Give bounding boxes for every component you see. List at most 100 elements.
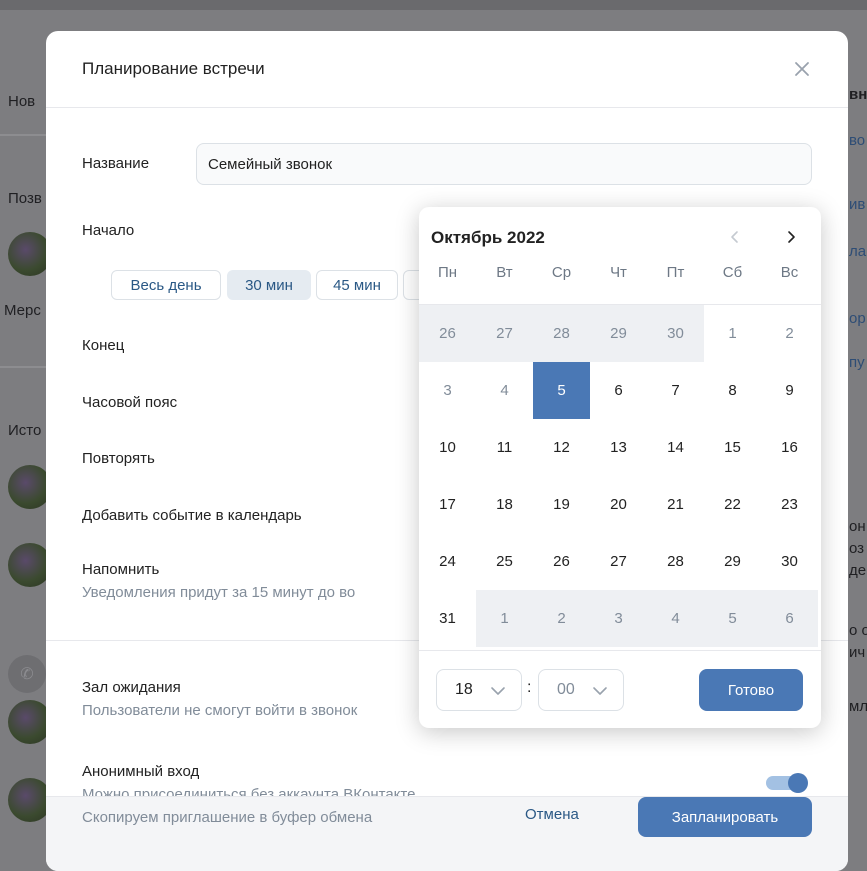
calendar-day[interactable]: 30 <box>647 305 704 362</box>
calendar-day[interactable]: 18 <box>476 476 533 533</box>
background-text: оз <box>849 540 865 557</box>
prev-month-button[interactable] <box>723 225 747 249</box>
weekday-label: Сб <box>722 264 743 281</box>
dialog-footer: Скопируем приглашение в буфер обмена Отм… <box>46 796 848 871</box>
calendar-day[interactable]: 21 <box>647 476 704 533</box>
calendar-day[interactable]: 27 <box>590 533 647 590</box>
dialog-title: Планирование встречи <box>82 59 265 78</box>
calendar-day[interactable]: 14 <box>647 419 704 476</box>
calendar-day[interactable]: 6 <box>761 590 818 647</box>
date-picker-popup: Октябрь 2022 Пн Вт Ср Чт Пт Сб Вс 26 27 28 29 30 1 2… <box>419 207 821 728</box>
chip-30-min[interactable]: 30 мин <box>227 270 311 300</box>
chevron-down-icon <box>593 687 607 695</box>
weekday-label: Пт <box>666 264 685 281</box>
calendar-day[interactable]: 8 <box>704 362 761 419</box>
background-divider <box>0 366 46 368</box>
background-text: де <box>849 562 867 579</box>
calendar-day[interactable]: 17 <box>419 476 476 533</box>
calendar-day[interactable]: 1 <box>704 305 761 362</box>
meeting-name-input[interactable] <box>196 143 812 185</box>
chip-all-day[interactable]: Весь день <box>111 270 221 300</box>
background-text: он <box>849 518 866 535</box>
remind-subtitle: Уведомления придут за 15 минут до во <box>82 584 356 601</box>
calendar-day[interactable]: 30 <box>761 533 818 590</box>
background-left-panel: Нов Позв Мерс Исто ✆ <box>0 10 52 857</box>
calendar-day[interactable]: 2 <box>761 305 818 362</box>
toggle-knob <box>788 773 808 793</box>
calendar-day[interactable]: 24 <box>419 533 476 590</box>
calendar-day[interactable]: 25 <box>476 533 533 590</box>
timezone-label: Часовой пояс <box>82 394 178 411</box>
copy-invite-link[interactable]: Скопируем приглашение в буфер обмена <box>82 809 372 826</box>
background-text: Мерс <box>4 302 41 319</box>
background-text: ор <box>849 310 866 327</box>
calendar-day[interactable]: 15 <box>704 419 761 476</box>
calendar-day[interactable]: 7 <box>647 362 704 419</box>
calendar-day[interactable]: 16 <box>761 419 818 476</box>
remind-label: Напомнить <box>82 561 160 578</box>
calendar-day[interactable]: 26 <box>533 533 590 590</box>
done-button[interactable]: Готово <box>699 669 803 711</box>
calendar-day[interactable]: 20 <box>590 476 647 533</box>
background-text: во <box>849 132 866 149</box>
background-text: ич <box>849 644 866 661</box>
calendar-day[interactable]: 6 <box>590 362 647 419</box>
phone-icon: ✆ <box>8 655 46 693</box>
calendar-day[interactable]: 10 <box>419 419 476 476</box>
hour-select[interactable]: 18 <box>436 669 522 711</box>
calendar-day[interactable]: 9 <box>761 362 818 419</box>
calendar-day[interactable]: 1 <box>476 590 533 647</box>
anonymous-entry-label: Анонимный вход <box>82 763 200 780</box>
next-month-button[interactable] <box>779 225 803 249</box>
calendar-day[interactable]: 13 <box>590 419 647 476</box>
minute-value: 00 <box>557 681 575 698</box>
background-text: мл <box>849 698 867 715</box>
background-divider <box>0 134 46 136</box>
calendar-day[interactable]: 23 <box>761 476 818 533</box>
calendar-day[interactable]: 31 <box>419 590 476 647</box>
chevron-left-icon <box>731 231 738 243</box>
calendar-day[interactable]: 26 <box>419 305 476 362</box>
weekday-label: Вс <box>780 264 799 281</box>
calendar-month-title: Октябрь 2022 <box>431 228 545 247</box>
calendar-day[interactable]: 19 <box>533 476 590 533</box>
calendar-day[interactable]: 28 <box>533 305 590 362</box>
minute-select[interactable]: 00 <box>538 669 624 711</box>
chip-45-min[interactable]: 45 мин <box>316 270 398 300</box>
calendar-day[interactable]: 5 <box>533 362 590 419</box>
dialog-header: Планирование встречи <box>46 31 848 108</box>
calendar-day[interactable]: 12 <box>533 419 590 476</box>
calendar-day[interactable]: 27 <box>476 305 533 362</box>
weekday-label: Вт <box>496 264 513 281</box>
background-text: Нов <box>8 93 36 110</box>
weekday-label: Ср <box>551 264 572 281</box>
background-topbar <box>0 0 867 10</box>
schedule-button[interactable]: Запланировать <box>638 797 812 837</box>
waiting-room-label: Зал ожидания <box>82 679 181 696</box>
calendar-day[interactable]: 11 <box>476 419 533 476</box>
background-text: о о <box>849 622 867 639</box>
calendar-day[interactable]: 5 <box>704 590 761 647</box>
calendar-day[interactable]: 3 <box>419 362 476 419</box>
calendar-day[interactable]: 4 <box>476 362 533 419</box>
calendar-day[interactable]: 29 <box>704 533 761 590</box>
cancel-button[interactable]: Отмена <box>525 806 579 823</box>
calendar-day[interactable]: 28 <box>647 533 704 590</box>
time-separator: : <box>527 679 532 696</box>
calendar-day[interactable]: 22 <box>704 476 761 533</box>
background-text: Позв <box>8 190 42 207</box>
calendar-day[interactable]: 2 <box>533 590 590 647</box>
background-text: ив <box>849 196 866 213</box>
name-label: Название <box>82 155 150 172</box>
anonymous-entry-toggle[interactable] <box>764 771 810 795</box>
calendar-day[interactable]: 29 <box>590 305 647 362</box>
close-button[interactable] <box>790 57 814 81</box>
close-icon <box>795 62 809 76</box>
calendar-day[interactable]: 3 <box>590 590 647 647</box>
background-text: вн <box>849 86 867 103</box>
waiting-room-subtitle: Пользователи не смогут войти в звонок <box>82 702 358 719</box>
calendar-footer-divider <box>419 650 821 651</box>
add-to-calendar-label: Добавить событие в календарь <box>82 507 302 524</box>
calendar-day[interactable]: 4 <box>647 590 704 647</box>
chevron-right-icon <box>788 231 795 243</box>
